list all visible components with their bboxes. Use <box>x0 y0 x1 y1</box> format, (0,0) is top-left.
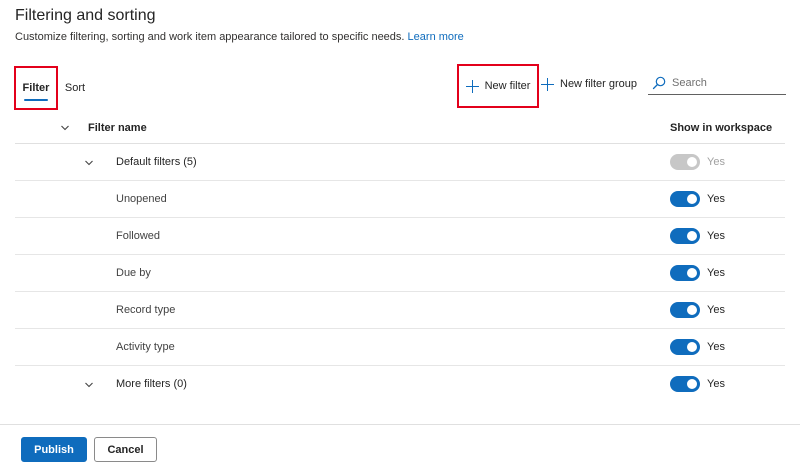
tab-filter-label: Filter <box>22 82 50 94</box>
new-filter-group-label: New filter group <box>560 78 638 90</box>
filter-name: Activity type <box>116 341 175 353</box>
new-filter-button[interactable]: New filter <box>457 64 539 108</box>
footer-bar: Publish Cancel <box>0 424 800 468</box>
chevron-down-icon[interactable] <box>84 380 94 390</box>
filter-row: Due by Yes <box>15 255 785 292</box>
description-text: Customize filtering, sorting and work it… <box>15 31 405 43</box>
toggle-state-label: Yes <box>707 267 725 279</box>
chevron-down-icon[interactable] <box>60 123 70 133</box>
filter-group-name: More filters (0) <box>116 378 187 390</box>
tab-sort[interactable]: Sort <box>60 66 90 110</box>
column-header-show-in-workspace: Show in workspace <box>670 122 773 134</box>
search-box <box>648 71 786 95</box>
plus-icon <box>541 77 554 91</box>
search-input[interactable] <box>672 76 782 89</box>
filter-row: Followed Yes <box>15 218 785 255</box>
page-title: Filtering and sorting <box>15 7 156 24</box>
tab-filter[interactable]: Filter <box>14 66 58 110</box>
filter-row: Unopened Yes <box>15 181 785 218</box>
toggle-knob <box>687 342 697 352</box>
column-header-filter-name: Filter name <box>88 122 147 134</box>
page-description: Customize filtering, sorting and work it… <box>15 31 464 43</box>
show-in-workspace-toggle[interactable] <box>670 339 700 355</box>
filter-group-row: Default filters (5) Yes <box>15 144 785 181</box>
new-filter-label: New filter <box>484 80 531 92</box>
show-in-workspace-toggle <box>670 154 700 170</box>
toggle-knob <box>687 231 697 241</box>
show-in-workspace-toggle[interactable] <box>670 191 700 207</box>
filter-name: Record type <box>116 304 176 316</box>
show-in-workspace-toggle[interactable] <box>670 376 700 392</box>
toggle-knob <box>687 157 697 167</box>
filter-name: Due by <box>116 267 151 279</box>
filter-group-name: Default filters (5) <box>116 156 197 168</box>
toggle-state-label: Yes <box>707 230 725 242</box>
tab-sort-label: Sort <box>64 82 86 94</box>
toggle-knob <box>687 268 697 278</box>
toggle-state-label: Yes <box>707 378 725 390</box>
publish-button[interactable]: Publish <box>21 437 87 462</box>
toggle-state-label: Yes <box>707 304 725 316</box>
search-icon <box>652 76 666 89</box>
filter-row: Activity type Yes <box>15 329 785 366</box>
plus-icon <box>465 79 479 93</box>
show-in-workspace-toggle[interactable] <box>670 265 700 281</box>
toggle-knob <box>687 305 697 315</box>
filter-name: Followed <box>116 230 161 242</box>
show-in-workspace-toggle[interactable] <box>670 228 700 244</box>
toggle-knob <box>687 379 697 389</box>
filter-name: Unopened <box>116 193 167 205</box>
learn-more-link[interactable]: Learn more <box>408 31 464 43</box>
toggle-state-label: Yes <box>707 156 725 168</box>
toggle-knob <box>687 194 697 204</box>
table-header: Filter name Show in workspace <box>15 114 785 144</box>
cancel-button[interactable]: Cancel <box>94 437 157 462</box>
toggle-state-label: Yes <box>707 341 725 353</box>
show-in-workspace-toggle[interactable] <box>670 302 700 318</box>
toggle-state-label: Yes <box>707 193 725 205</box>
new-filter-group-button[interactable]: New filter group <box>541 64 637 104</box>
filter-group-row: More filters (0) Yes <box>15 366 785 403</box>
chevron-down-icon[interactable] <box>84 158 94 168</box>
filter-row: Record type Yes <box>15 292 785 329</box>
selected-tab-indicator <box>24 99 48 101</box>
